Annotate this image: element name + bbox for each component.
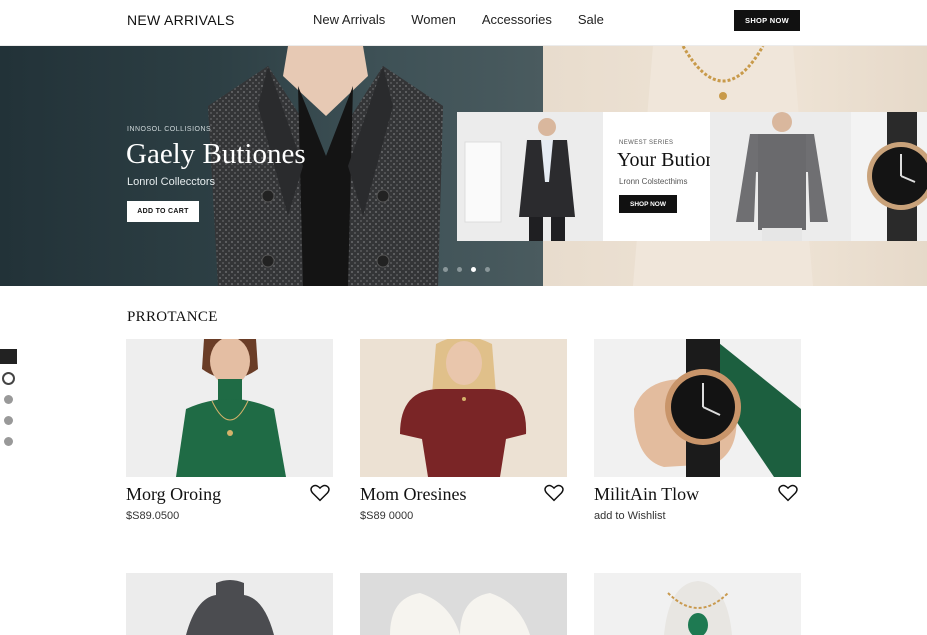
promo-title: Your Butions <box>617 149 724 171</box>
hero-title: Gaely Butiones <box>126 138 306 170</box>
brand-logo[interactable]: NEW ARRIVALS <box>127 12 235 28</box>
product-image[interactable] <box>360 339 567 477</box>
watch-image <box>851 112 927 241</box>
promo-shop-now-button[interactable]: SHOP NOW <box>619 195 677 213</box>
add-to-cart-button[interactable]: ADD TO CART <box>127 201 199 222</box>
carousel-dots <box>443 267 490 272</box>
carousel-dot-1[interactable] <box>443 267 448 272</box>
heart-icon[interactable] <box>310 484 330 502</box>
main-nav: New Arrivals Women Accessories Sale <box>313 12 630 27</box>
product-name[interactable]: Morg Oroing <box>126 484 221 505</box>
suit-man-image <box>457 112 603 241</box>
side-indicator-dot-2[interactable] <box>4 416 13 425</box>
product-price: $S89 0000 <box>360 510 414 522</box>
side-indicator-dot-1[interactable] <box>4 395 13 404</box>
nav-new-arrivals[interactable]: New Arrivals <box>313 12 385 27</box>
hero-banner: INNOSOL COLLISIONS Gaely Butiones Lonrol… <box>0 46 927 286</box>
section-title: PRROTANCE <box>127 309 218 325</box>
site-header: NEW ARRIVALS New Arrivals Women Accessor… <box>0 0 927 46</box>
product-price: $S89.0500 <box>126 510 180 522</box>
product-image[interactable] <box>594 573 801 635</box>
heart-icon[interactable] <box>544 484 564 502</box>
side-indicator-dot-3[interactable] <box>4 437 13 446</box>
carousel-dot-3-active[interactable] <box>471 267 476 272</box>
carousel-dot-2[interactable] <box>457 267 462 272</box>
promo-subtitle: Lronn Colstecthims <box>619 177 688 186</box>
promo-kicker: NEWEST SERIES <box>619 140 674 146</box>
product-name[interactable]: MilitAin Tlow <box>594 484 699 505</box>
grey-sweater-image <box>710 112 851 241</box>
nav-women[interactable]: Women <box>411 12 456 27</box>
carousel-dot-4[interactable] <box>485 267 490 272</box>
promo-strip: NEWEST SERIES Your Butions Lronn Colstec… <box>457 112 927 241</box>
product-image[interactable] <box>360 573 567 635</box>
hero-subtitle: Lonrol Collecctors <box>127 176 216 188</box>
nav-accessories[interactable]: Accessories <box>482 12 552 27</box>
product-image[interactable] <box>594 339 801 477</box>
add-to-wishlist-link[interactable]: add to Wishlist <box>594 510 666 522</box>
product-name[interactable]: Mom Oresines <box>360 484 467 505</box>
promo-card: NEWEST SERIES Your Butions Lronn Colstec… <box>603 112 723 241</box>
shop-now-button[interactable]: SHOP NOW <box>734 10 800 31</box>
hero-kicker: INNOSOL COLLISIONS <box>127 126 212 133</box>
nav-sale[interactable]: Sale <box>578 12 604 27</box>
side-indicator-ring[interactable] <box>2 372 15 385</box>
side-indicator-bar[interactable] <box>0 349 17 364</box>
product-image[interactable] <box>126 573 333 635</box>
heart-icon[interactable] <box>778 484 798 502</box>
product-image[interactable] <box>126 339 333 477</box>
